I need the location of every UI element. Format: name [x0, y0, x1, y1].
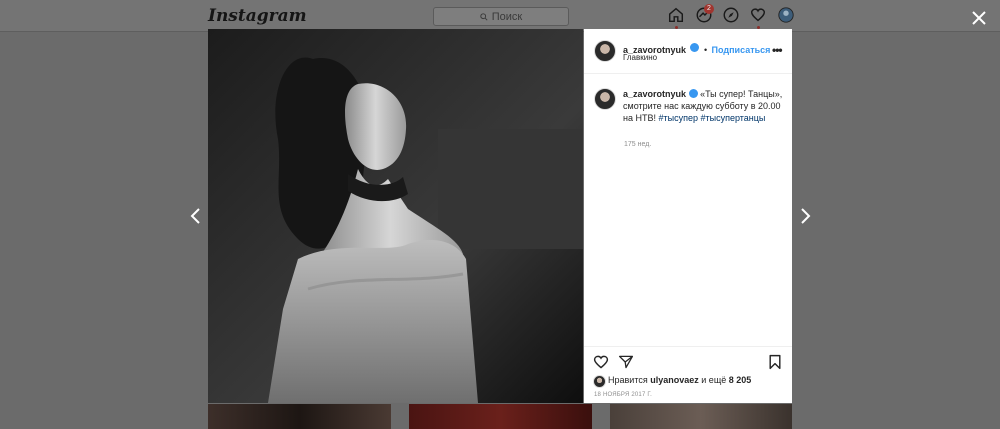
- hashtag-link[interactable]: #тысупертанцы: [701, 113, 766, 123]
- verified-badge-icon: [690, 43, 700, 53]
- grid-thumbnail[interactable]: [208, 404, 391, 429]
- share-paper-plane-icon[interactable]: [618, 354, 634, 370]
- search-placeholder: Поиск: [491, 10, 523, 23]
- notification-badge: 2: [704, 4, 714, 14]
- post-date[interactable]: 18 НОЯБРЯ 2017 Г.: [594, 392, 652, 398]
- liked-by-username[interactable]: ulyanovaez: [650, 375, 699, 385]
- post-header: a_zavorotnyuk • Подписаться Главкино •••: [584, 29, 792, 74]
- author-avatar[interactable]: [594, 40, 616, 62]
- grid-thumbnail[interactable]: [610, 404, 792, 429]
- heart-activity-icon[interactable]: [749, 6, 767, 24]
- search-icon: [480, 12, 488, 21]
- caption-verified-badge-icon: [688, 89, 698, 99]
- location-link[interactable]: Главкино: [623, 53, 657, 62]
- post-caption: a_zavorotnyuk «Ты супер! Танцы», смотрит…: [623, 88, 783, 124]
- likes-prefix: Нравится: [608, 375, 648, 385]
- caption-time-ago: 175 нед.: [624, 141, 652, 148]
- like-heart-icon[interactable]: [593, 354, 609, 370]
- search-input[interactable]: Поиск: [433, 7, 569, 26]
- liker-avatar[interactable]: [593, 375, 606, 388]
- likes-suffix: и ещё: [701, 375, 727, 385]
- hashtag-link[interactable]: #тысупер: [659, 113, 698, 123]
- likes-count[interactable]: 8 205: [729, 375, 752, 385]
- caption-author-avatar[interactable]: [594, 88, 616, 110]
- post-photo[interactable]: [208, 29, 583, 403]
- separator-dot: •: [703, 45, 708, 55]
- grid-thumbnail[interactable]: [409, 404, 592, 429]
- follow-button[interactable]: Подписаться: [712, 45, 771, 55]
- caption-username[interactable]: a_zavorotnyuk: [623, 89, 686, 99]
- previous-post-chevron-icon[interactable]: [188, 206, 204, 226]
- top-navigation-bar: Instagram Поиск 2: [0, 0, 1000, 32]
- post-details-panel: a_zavorotnyuk • Подписаться Главкино •••…: [584, 29, 792, 403]
- likes-summary: Нравится ulyanovaez и ещё 8 205: [608, 375, 751, 385]
- next-post-chevron-icon[interactable]: [797, 206, 813, 226]
- instagram-logo[interactable]: Instagram: [208, 6, 307, 26]
- home-icon[interactable]: [667, 6, 685, 24]
- close-icon[interactable]: [969, 8, 989, 28]
- save-bookmark-icon[interactable]: [768, 354, 782, 370]
- explore-compass-icon[interactable]: [722, 6, 740, 24]
- more-options-icon[interactable]: •••: [772, 43, 783, 57]
- post-actions-bar: Нравится ulyanovaez и ещё 8 205 18 НОЯБР…: [584, 346, 792, 404]
- woman-portrait-image: [208, 29, 583, 403]
- profile-avatar-icon[interactable]: [777, 6, 795, 24]
